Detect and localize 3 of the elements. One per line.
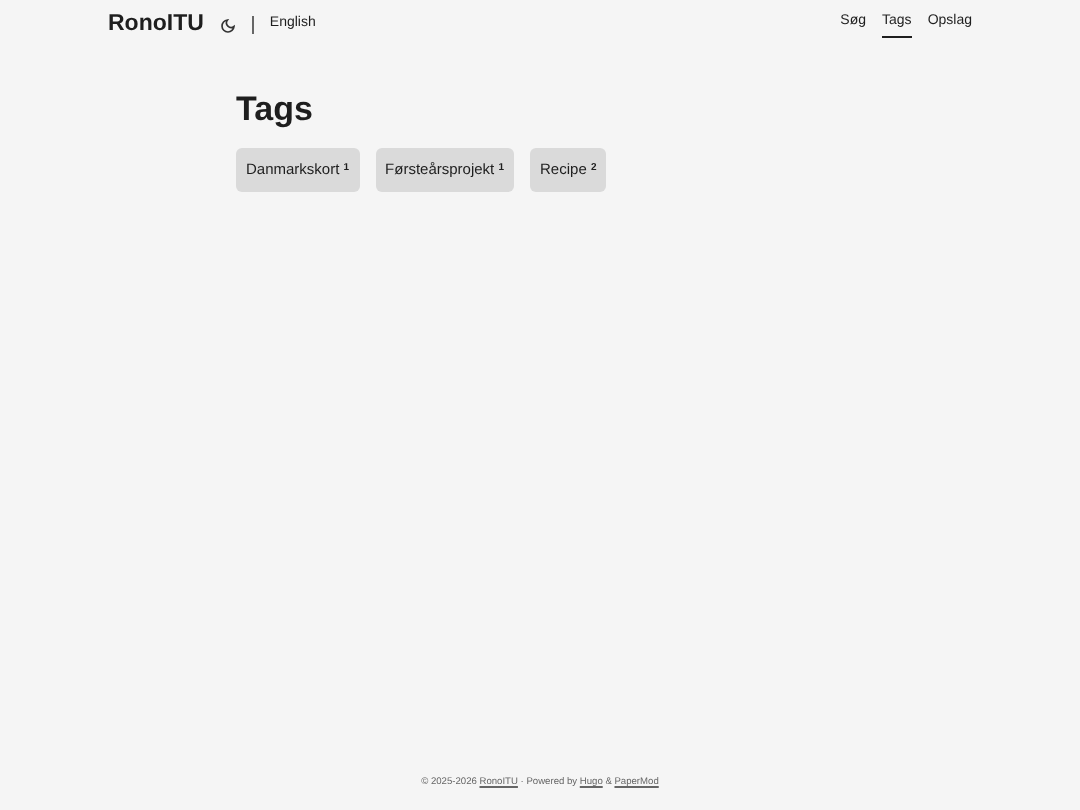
site-logo[interactable]: RonoITU [108,7,204,43]
moon-icon[interactable] [219,17,236,33]
page-title: Tags [236,90,315,131]
